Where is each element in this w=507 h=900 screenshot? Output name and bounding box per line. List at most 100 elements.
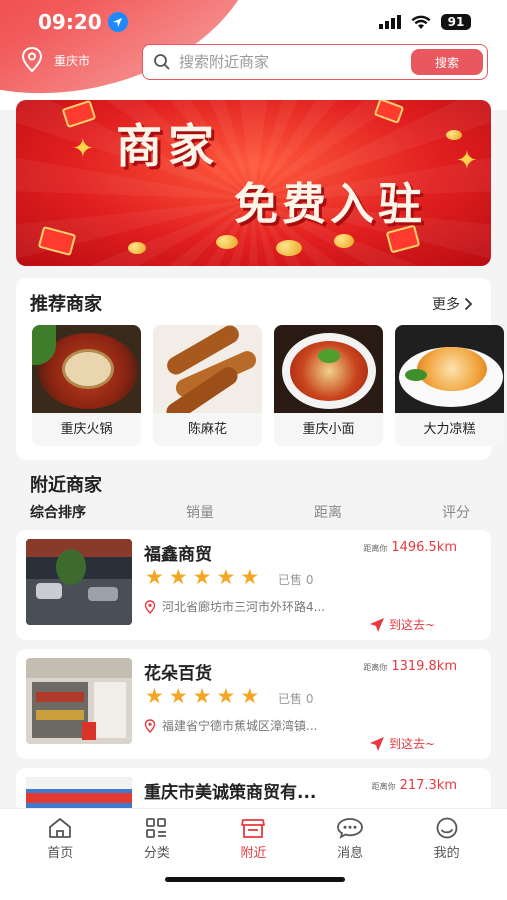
tab-label: 我的: [433, 846, 460, 861]
star-icon: ★: [192, 565, 212, 589]
tab-label: 消息: [337, 846, 364, 861]
shop-address: 河北省廊坊市三河市外环路4...: [144, 598, 369, 615]
tab-profile[interactable]: 我的: [412, 817, 482, 861]
promo-banner[interactable]: ✦ ✦ 商家 免费入驻: [16, 100, 491, 266]
star-icon: ★: [216, 684, 236, 708]
shop-address: 福建省宁德市蕉城区漳湾镇...: [144, 717, 369, 734]
banner-star-icon: ✦: [456, 146, 478, 176]
recommended-label: 重庆小面: [302, 422, 355, 437]
sort-comprehensive[interactable]: 综合排序: [30, 502, 86, 522]
sort-rating[interactable]: 评分: [442, 502, 470, 522]
shop-card[interactable]: 重庆市美诚策商贸有... 距离你 217.3km: [16, 768, 491, 808]
distance-value: 217.3km: [399, 778, 457, 793]
navigate-link[interactable]: 到这去~: [369, 735, 435, 752]
home-indicator: [165, 877, 345, 882]
recommended-title: 推荐商家: [30, 294, 102, 315]
navigate-label: 到这去~: [388, 737, 435, 751]
wifi-icon: [411, 15, 431, 29]
more-link[interactable]: 更多: [432, 294, 473, 314]
store-icon: [241, 819, 266, 838]
shop-image: [26, 539, 132, 625]
recommended-item[interactable]: 重庆小面: [274, 325, 383, 446]
city-label: 重庆市: [54, 53, 91, 68]
star-icon: ★: [240, 565, 260, 589]
shop-name: 花朵百货: [144, 664, 212, 684]
nearby-title: 附近商家: [30, 475, 102, 496]
tab-category[interactable]: 分类: [122, 817, 192, 861]
shop-card[interactable]: 福鑫商贸 距离你 1496.5km ★ ★ ★ ★ ★ 已售 0 河北省廊坊市三河市外环…: [16, 530, 491, 640]
star-icon: ★: [240, 684, 260, 708]
chevron-right-icon: [464, 297, 473, 311]
banner-title: 商家: [116, 119, 220, 173]
banner-coin: [216, 235, 238, 249]
star-icon: ★: [145, 684, 164, 708]
search-icon: [154, 54, 170, 70]
tab-home[interactable]: 首页: [25, 817, 95, 861]
navigate-link[interactable]: 到这去~: [369, 616, 435, 633]
shop-distance: 距离你 217.3km: [372, 778, 457, 793]
tab-nearby[interactable]: 附近: [218, 817, 288, 861]
grid-icon: [145, 818, 166, 838]
liangao-image: [395, 325, 504, 413]
banner-subtitle: 免费入驻: [234, 179, 426, 230]
distance-label: 距离你: [363, 544, 388, 553]
more-label: 更多: [432, 297, 460, 313]
home-icon: [49, 818, 72, 838]
mahua-image: [153, 325, 262, 413]
navigate-arrow-icon: [369, 736, 384, 751]
banner-coin: [128, 242, 146, 254]
banner-star-icon: ✦: [72, 134, 94, 164]
noodles-image: [274, 325, 383, 413]
location-selector[interactable]: 重庆市: [20, 46, 90, 74]
tab-label: 首页: [47, 846, 74, 861]
recommended-label: 大力凉糕: [423, 422, 476, 437]
search-bar[interactable]: 搜索: [142, 44, 488, 80]
banner-coin: [334, 234, 354, 248]
recommended-item[interactable]: 重庆火锅: [32, 325, 141, 446]
tab-label: 分类: [143, 846, 170, 861]
shop-rating: ★ ★ ★ ★ ★: [145, 566, 259, 588]
hotpot-image: [32, 325, 141, 413]
sort-distance[interactable]: 距离: [314, 502, 342, 522]
search-button[interactable]: 搜索: [411, 49, 483, 75]
location-arrow-icon: [107, 12, 128, 32]
distance-label: 距离你: [363, 663, 388, 672]
shop-sold: 已售 0: [278, 692, 314, 706]
recommended-label: 重庆火锅: [60, 422, 113, 437]
time-text: 09:20: [38, 10, 102, 34]
navigate-label: 到这去~: [388, 618, 435, 632]
recommended-item[interactable]: 陈麻花: [153, 325, 262, 446]
shop-sold: 已售 0: [278, 573, 314, 587]
tab-messages[interactable]: 消息: [315, 817, 385, 861]
header: 重庆市 搜索: [0, 44, 507, 94]
banner-coin: [446, 130, 462, 140]
shop-rating: ★ ★ ★ ★ ★: [145, 685, 259, 707]
bottom-tab-bar: 首页 分类 附近 消息 我的: [0, 808, 507, 900]
sort-bar: 综合排序 销量 距离 评分: [30, 502, 470, 522]
recommended-item[interactable]: 大力凉糕: [395, 325, 504, 446]
battery-indicator: 91: [441, 14, 471, 30]
status-indicators: 91: [379, 14, 471, 30]
recommended-section: 推荐商家 更多 重庆火锅 陈麻花 重庆小面 大力凉糕: [16, 278, 504, 460]
tab-label: 附近: [240, 846, 267, 861]
address-text: 福建省宁德市蕉城区漳湾镇...: [162, 719, 318, 733]
location-pin-icon: [21, 46, 43, 73]
shop-card[interactable]: 花朵百货 距离你 1319.8km ★ ★ ★ ★ ★ 已售 0 福建省宁德市蕉城区漳湾…: [16, 649, 491, 759]
shop-name: 福鑫商贸: [144, 545, 212, 565]
sort-sales[interactable]: 销量: [186, 502, 214, 522]
banner-coin: [276, 240, 302, 256]
status-time: 09:20: [38, 10, 128, 34]
star-icon: ★: [192, 684, 212, 708]
star-icon: ★: [145, 565, 164, 589]
shop-image: [26, 777, 132, 808]
shop-distance: 距离你 1496.5km: [363, 540, 457, 555]
location-pin-icon: [144, 718, 156, 733]
shop-distance: 距离你 1319.8km: [363, 659, 457, 674]
distance-label: 距离你: [371, 782, 396, 791]
profile-icon: [436, 817, 458, 839]
shop-name: 重庆市美诚策商贸有...: [144, 783, 317, 803]
star-icon: ★: [216, 565, 236, 589]
star-icon: ★: [168, 684, 188, 708]
status-bar: 09:20 91: [0, 0, 507, 44]
chat-icon: [337, 818, 363, 839]
